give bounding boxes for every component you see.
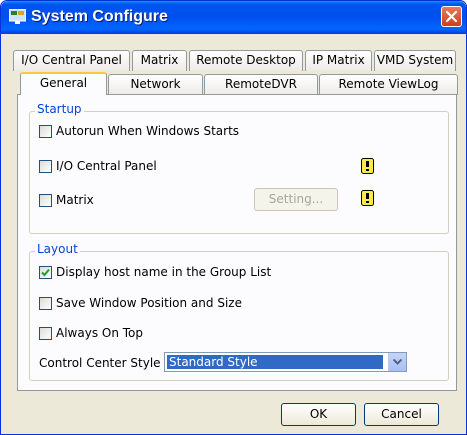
matrix-label: Matrix xyxy=(56,193,94,207)
matrix-checkbox[interactable] xyxy=(39,193,52,207)
chevron-down-icon xyxy=(393,359,402,365)
io-panel-checkbox-row[interactable]: I/O Central Panel xyxy=(39,159,157,173)
save-window-label: Save Window Position and Size xyxy=(56,296,242,310)
tab-vmd-system[interactable]: VMD System xyxy=(374,50,456,71)
always-on-top-label: Always On Top xyxy=(56,326,143,340)
system-configure-window: System Configure I/O Central Panel Matri… xyxy=(0,0,467,435)
window-title: System Configure xyxy=(31,8,168,25)
layout-group-label: Layout xyxy=(35,242,80,256)
io-panel-label: I/O Central Panel xyxy=(56,159,157,173)
display-host-checkbox-row[interactable]: Display host name in the Group List xyxy=(39,265,271,279)
always-on-top-checkbox-row[interactable]: Always On Top xyxy=(39,326,143,340)
setting-button[interactable]: Setting... xyxy=(254,188,338,211)
close-button[interactable] xyxy=(441,6,462,27)
autorun-checkbox-row[interactable]: Autorun When Windows Starts xyxy=(39,124,239,138)
checkmark-icon xyxy=(41,268,50,276)
startup-group-label: Startup xyxy=(35,102,84,116)
warning-icon xyxy=(361,158,374,174)
autorun-checkbox[interactable] xyxy=(39,124,52,138)
tab-remote-viewlog[interactable]: Remote ViewLog xyxy=(319,74,458,95)
close-icon xyxy=(445,10,458,23)
matrix-checkbox-row[interactable]: Matrix xyxy=(39,193,94,207)
save-window-checkbox[interactable] xyxy=(39,296,52,310)
always-on-top-checkbox[interactable] xyxy=(39,326,52,340)
control-center-style-select[interactable]: Standard Style xyxy=(164,352,407,372)
cancel-button[interactable]: Cancel xyxy=(364,403,439,426)
app-icon xyxy=(9,9,26,24)
save-window-checkbox-row[interactable]: Save Window Position and Size xyxy=(39,296,242,310)
tab-matrix[interactable]: Matrix xyxy=(132,50,187,71)
control-center-style-label: Control Center Style xyxy=(39,356,161,370)
control-center-style-value: Standard Style xyxy=(167,355,383,369)
warning-icon xyxy=(361,190,374,206)
tab-network[interactable]: Network xyxy=(108,74,203,95)
tab-general[interactable]: General xyxy=(20,72,107,95)
io-panel-checkbox[interactable] xyxy=(39,159,52,173)
autorun-label: Autorun When Windows Starts xyxy=(56,124,240,138)
tab-io-central-panel[interactable]: I/O Central Panel xyxy=(13,50,130,71)
dropdown-button[interactable] xyxy=(388,353,406,371)
tab-remotedvr[interactable]: RemoteDVR xyxy=(204,74,318,95)
tab-remote-desktop[interactable]: Remote Desktop xyxy=(189,50,303,71)
tab-ip-matrix[interactable]: IP Matrix xyxy=(305,50,372,71)
title-bar[interactable]: System Configure xyxy=(1,1,466,34)
display-host-label: Display host name in the Group List xyxy=(56,265,272,279)
display-host-checkbox[interactable] xyxy=(39,265,52,279)
ok-button[interactable]: OK xyxy=(281,403,356,426)
